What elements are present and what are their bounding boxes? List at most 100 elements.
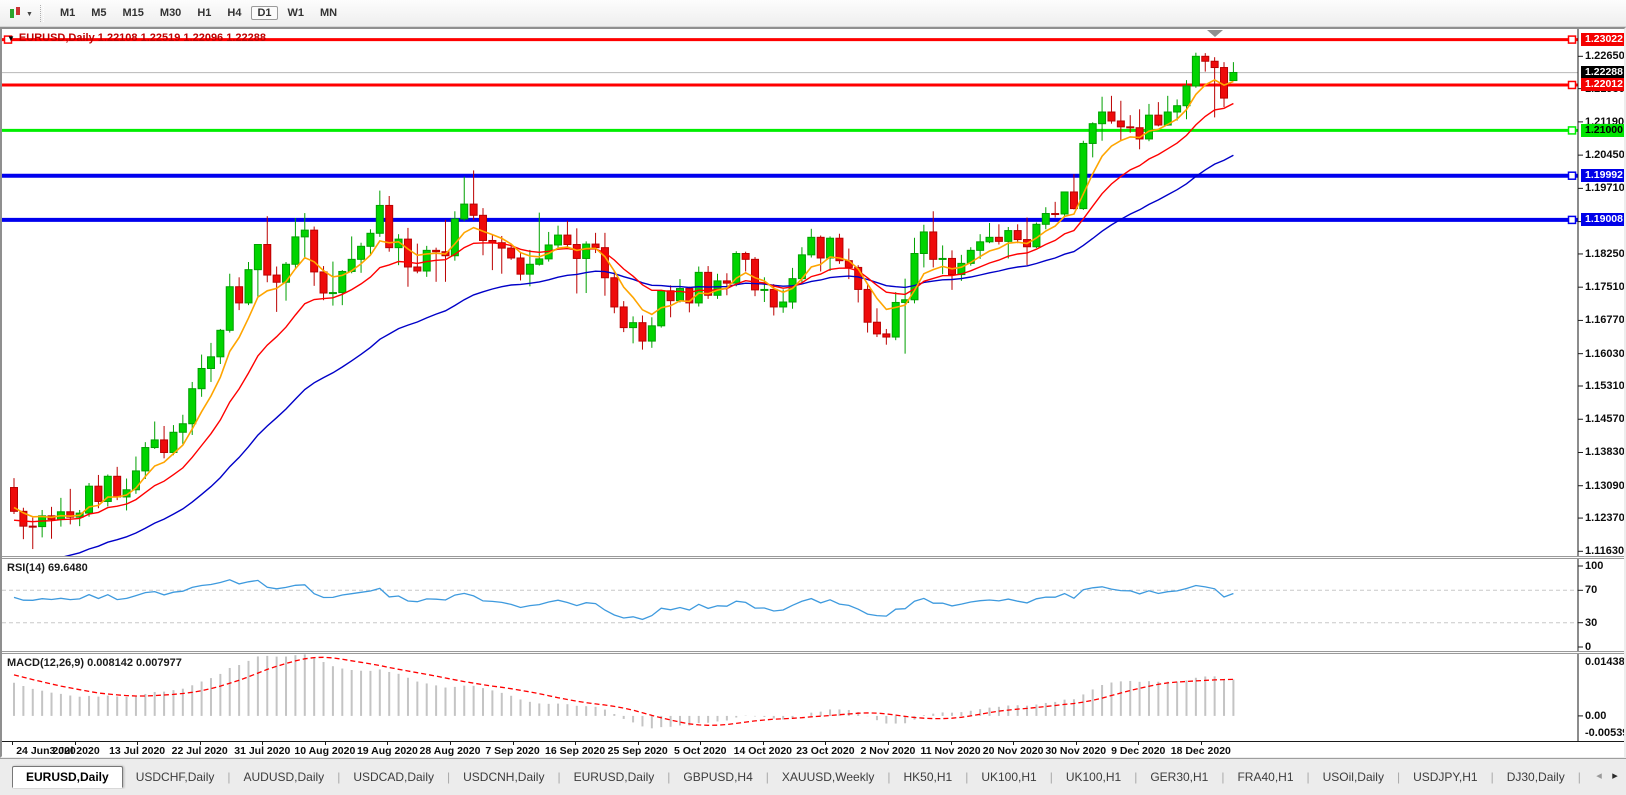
date-axis[interactable]: 24 Jun 20203 Jul 202013 Jul 202022 Jul 2… [2, 741, 1624, 757]
chart-window: ▼ EURUSD,Daily 1.22108 1.22519 1.22096 1… [0, 27, 1626, 758]
candle [1042, 214, 1049, 225]
candle [283, 264, 290, 282]
price-tick-label: 1.13090 [1585, 480, 1624, 492]
candle [292, 237, 299, 264]
chart-tab-dj30-daily[interactable]: DJ30,Daily [1494, 767, 1578, 787]
tab-scroll-right-icon[interactable]: ▸ [1608, 769, 1622, 782]
chart-tab-uk100-h1[interactable]: UK100,H1 [1053, 767, 1134, 787]
chart-tab-china300-h1[interactable]: CHINA300,H1 [1581, 767, 1590, 787]
rsi-tick-label: 0 [1585, 641, 1624, 651]
timeframe-button-m15[interactable]: M15 [117, 6, 150, 20]
timeframe-button-w1[interactable]: W1 [282, 6, 311, 20]
candle [179, 424, 186, 433]
rsi-line [14, 580, 1233, 620]
toolbar-grip[interactable] [40, 5, 44, 22]
macd-chart-canvas[interactable] [2, 654, 1624, 741]
h-line-handle[interactable] [1569, 81, 1576, 88]
candle [986, 237, 993, 241]
candle [1183, 86, 1190, 106]
toolbar: ▼ M1 M5 M15 M30 H1 H4 D1 W1MN [0, 0, 1626, 27]
candle [161, 440, 168, 453]
candle [29, 526, 36, 527]
candle [611, 278, 618, 307]
timeframe-button-m30[interactable]: M30 [154, 6, 187, 20]
chart-tab-xauusd-weekly[interactable]: XAUUSD,Weekly [769, 767, 887, 787]
candle [770, 289, 777, 307]
candle [564, 235, 571, 244]
h-line-handle[interactable] [1569, 216, 1576, 223]
timeframe-button-d1[interactable]: D1 [251, 6, 277, 20]
candle [977, 242, 984, 251]
timeframe-button-h4[interactable]: H4 [221, 6, 247, 20]
candle [142, 448, 149, 471]
chart-tab-usdcnh-daily[interactable]: USDCNH,Daily [450, 767, 557, 787]
chart-tab-ger30-h1[interactable]: GER30,H1 [1137, 767, 1221, 787]
candle [1099, 112, 1106, 124]
timeframe-button-group: M1 M5 M15 M30 H1 H4 D1 W1MN [52, 3, 345, 23]
rsi-tick-label: 100 [1585, 560, 1624, 572]
candle [1089, 124, 1096, 144]
price-badge-1.19992: 1.19992 [1581, 169, 1624, 182]
candle [414, 267, 421, 271]
candle [1014, 231, 1021, 240]
chart-tab-fra40-h1[interactable]: FRA40,H1 [1224, 767, 1306, 787]
timeframe-button-mn[interactable]: MN [314, 6, 343, 20]
chart-tab-audusd-daily[interactable]: AUDUSD,Daily [231, 767, 338, 787]
candle [920, 232, 927, 254]
chart-tab-usdcad-daily[interactable]: USDCAD,Daily [340, 767, 447, 787]
price-tick-label: 1.17510 [1585, 281, 1624, 293]
chevron-down-icon[interactable]: ▼ [26, 11, 33, 18]
candle [1211, 61, 1218, 67]
candle [1145, 115, 1152, 139]
macd-tick-label: 0.00 [1585, 710, 1624, 722]
chart-tab-hk50-h1[interactable]: HK50,H1 [890, 767, 965, 787]
price-pane: ▼ EURUSD,Daily 1.22108 1.22519 1.22096 1… [2, 29, 1624, 556]
date-label: 18 Dec 2020 [1159, 745, 1243, 757]
chart-tab-eurusd-daily[interactable]: EURUSD,Daily [12, 766, 123, 788]
candle [1155, 115, 1162, 125]
rsi-chart-canvas[interactable] [2, 559, 1624, 651]
tab-scroll-left-icon[interactable]: ◂ [1592, 769, 1606, 782]
candle [873, 322, 880, 334]
candle [451, 219, 458, 256]
candle [226, 287, 233, 331]
candle [114, 476, 121, 497]
chart-tab-gbpusd-h4[interactable]: GBPUSD,H4 [670, 767, 765, 787]
candle [939, 258, 946, 259]
price-tick-label: 1.22650 [1585, 50, 1624, 62]
chart-shift-marker[interactable] [1207, 30, 1223, 37]
h-line-handle[interactable] [1569, 36, 1576, 43]
chart-ohlc-title: ▼ EURUSD,Daily 1.22108 1.22519 1.22096 1… [7, 32, 266, 44]
chart-tab-eurusd-daily[interactable]: EURUSD,Daily [561, 767, 668, 787]
price-tick-label: 1.12370 [1585, 512, 1624, 524]
chart-tab-uk100-h1[interactable]: UK100,H1 [968, 767, 1049, 787]
timeframe-button-h1[interactable]: H1 [191, 6, 217, 20]
chart-tabs: EURUSD,DailyUSDCHF,Daily|AUDUSD,Daily|US… [12, 764, 1590, 789]
candle [817, 237, 824, 258]
price-tick-label: 1.20450 [1585, 149, 1624, 161]
candle [526, 264, 533, 274]
mt4-terminal: { "toolbar": { "timeframes": ["M1","M5",… [0, 0, 1626, 794]
candle [1174, 106, 1181, 112]
chart-type-icon[interactable] [7, 6, 24, 21]
candle [461, 204, 468, 219]
candle [301, 230, 308, 237]
chart-tab-usoil-daily[interactable]: USOil,Daily [1310, 767, 1397, 787]
candle [1221, 68, 1228, 99]
candle [780, 302, 787, 307]
macd-signal-line [14, 657, 1233, 725]
chart-tab-usdchf-daily[interactable]: USDCHF,Daily [123, 767, 228, 787]
macd-tick-label: 0.014384 [1585, 656, 1624, 668]
h-line-handle[interactable] [1569, 172, 1576, 179]
horizontal-level-lines[interactable] [2, 36, 1578, 223]
candle [311, 230, 318, 272]
candle [386, 205, 393, 247]
chart-tab-usdjpy-h1[interactable]: USDJPY,H1 [1400, 767, 1490, 787]
candle [864, 289, 871, 322]
candle [273, 275, 280, 282]
timeframe-button-m1[interactable]: M1 [54, 6, 81, 20]
price-chart-canvas[interactable] [2, 29, 1624, 556]
h-line-handle[interactable] [1569, 127, 1576, 134]
chart-menu-icon[interactable]: ▼ [7, 34, 15, 43]
timeframe-button-m5[interactable]: M5 [85, 6, 112, 20]
